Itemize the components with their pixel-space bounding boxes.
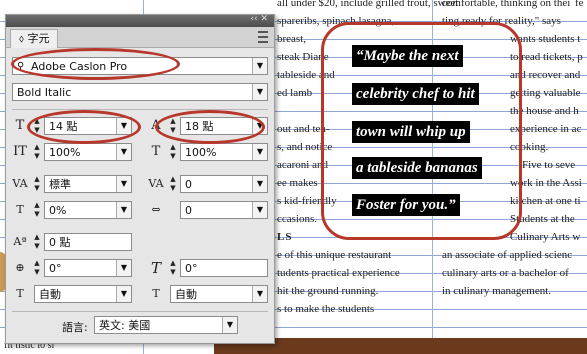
- body-text-line: an associate of applied scienc: [442, 249, 573, 261]
- annotation-circle-font: [11, 48, 180, 80]
- char-spacing-field[interactable]: 0 ▼: [180, 201, 268, 219]
- language-label: 語言:: [62, 321, 88, 334]
- kerning-field[interactable]: 標準 ▼: [44, 175, 132, 193]
- body-text-line: breast,: [277, 33, 307, 45]
- body-text-line: in culinary management.: [442, 285, 552, 297]
- section-heading: LS: [277, 231, 293, 243]
- chevron-down-icon[interactable]: ▼: [222, 317, 237, 333]
- body-text-line: ed lamb: [277, 87, 313, 99]
- horizontal-scale-stepper[interactable]: ▲ ▼: [168, 143, 178, 161]
- language-value: 英文: 美國: [99, 319, 151, 332]
- tracking-icon: VA: [148, 177, 164, 190]
- rotation-icon: ⊕: [15, 261, 25, 274]
- chevron-down-icon[interactable]: ▼: [252, 58, 267, 74]
- chevron-down-icon[interactable]: ▼: [252, 144, 267, 160]
- body-text-line: fe: [575, 0, 584, 9]
- panel-menu-icon[interactable]: [258, 31, 268, 43]
- aki-left-select[interactable]: 自動 ▼: [34, 285, 132, 303]
- kerning-value: 標準: [49, 178, 71, 191]
- horizontal-scale-icon: T: [151, 144, 161, 159]
- horizontal-scale-value: 100%: [185, 146, 217, 159]
- rotation-stepper[interactable]: ▲ ▼: [32, 259, 42, 277]
- body-text-line: Culinary Arts w: [510, 231, 581, 243]
- vertical-scale-stepper[interactable]: ▲ ▼: [32, 143, 42, 161]
- chevron-down-icon[interactable]: ▼: [116, 202, 131, 218]
- vertical-scale-value: 100%: [49, 146, 81, 159]
- chevron-down-icon[interactable]: ▼: [252, 202, 267, 218]
- body-text-line: ee makes: [277, 177, 318, 189]
- skew-icon: T: [150, 259, 161, 277]
- vertical-scale-icon: IT: [13, 144, 27, 159]
- body-text-line: all under $20, include grilled trout, sw…: [277, 0, 459, 9]
- panel-divider: [12, 311, 268, 312]
- chevron-down-icon[interactable]: ▼: [252, 286, 267, 302]
- tab-character[interactable]: ⬨ 字元: [10, 29, 59, 48]
- chevron-down-icon[interactable]: ▼: [116, 176, 131, 192]
- baseline-shift-field[interactable]: 0 點: [44, 233, 132, 251]
- baseline-shift-icon: Aª: [13, 235, 27, 248]
- body-text-line: ccasions.: [277, 213, 318, 225]
- annotation-circle-leading: [155, 110, 265, 144]
- annotation-frame-quote: [321, 22, 522, 240]
- body-text-line: hit the ground running.: [277, 285, 379, 297]
- chevron-down-icon[interactable]: ▼: [116, 144, 131, 160]
- aki-right-icon: T: [152, 287, 160, 300]
- char-spacing-value: 0: [185, 204, 192, 217]
- tsume-icon: T: [16, 203, 24, 216]
- aki-left-icon: T: [16, 287, 24, 300]
- char-spacing-icon: ⇔: [151, 203, 161, 216]
- panel-divider: [12, 109, 268, 110]
- rotation-value: 0°: [49, 262, 62, 275]
- skew-field[interactable]: 0°: [180, 259, 268, 277]
- kerning-stepper[interactable]: ▲ ▼: [32, 175, 42, 193]
- panel-titlebar[interactable]: ‹‹ ✕: [6, 14, 274, 27]
- aki-right-value: 自動: [175, 288, 197, 301]
- vertical-scale-field[interactable]: 100% ▼: [44, 143, 132, 161]
- body-text-line: tudents practical experience: [277, 267, 400, 279]
- baseline-shift-stepper[interactable]: ▲ ▼: [32, 233, 42, 251]
- font-style-select[interactable]: Bold Italic ▼: [12, 83, 268, 101]
- font-style-value: Bold Italic: [17, 86, 72, 99]
- tsume-stepper[interactable]: ▲ ▼: [32, 201, 42, 219]
- chevron-down-icon[interactable]: ▼: [116, 260, 131, 276]
- tracking-field[interactable]: 0 ▼: [180, 175, 268, 193]
- tsume-field[interactable]: 0% ▼: [44, 201, 132, 219]
- body-text-line: Five to seve: [522, 159, 576, 171]
- tracking-stepper[interactable]: ▲ ▼: [168, 175, 178, 193]
- skew-stepper[interactable]: ▲ ▼: [168, 259, 178, 277]
- chevron-down-icon[interactable]: ▼: [252, 84, 267, 100]
- body-text-line: comfortable, thinking on thei: [442, 0, 571, 9]
- aki-left-value: 自動: [39, 288, 61, 301]
- tsume-value: 0%: [49, 204, 67, 217]
- chevron-down-icon[interactable]: ▼: [252, 176, 267, 192]
- horizontal-scale-field[interactable]: 100% ▼: [180, 143, 268, 161]
- language-select[interactable]: 英文: 美國 ▼: [94, 316, 238, 334]
- skew-value: 0°: [185, 262, 198, 275]
- aki-right-select[interactable]: 自動 ▼: [170, 285, 268, 303]
- baseline-shift-value: 0 點: [49, 236, 71, 249]
- chevron-down-icon[interactable]: ▼: [116, 286, 131, 302]
- body-text-line: s to make the students: [277, 303, 375, 315]
- kerning-icon: VA: [12, 177, 28, 190]
- panel-tab-row: ⬨ 字元: [6, 27, 274, 48]
- rotation-field[interactable]: 0° ▼: [44, 259, 132, 277]
- body-text-line: e of this unique restaurant: [277, 249, 392, 261]
- annotation-circle-size: [27, 110, 141, 144]
- body-text-line: culinary arts or a bachelor of: [442, 267, 569, 279]
- panel-window-controls[interactable]: ‹‹ ✕: [250, 14, 268, 24]
- tracking-value: 0: [185, 178, 192, 191]
